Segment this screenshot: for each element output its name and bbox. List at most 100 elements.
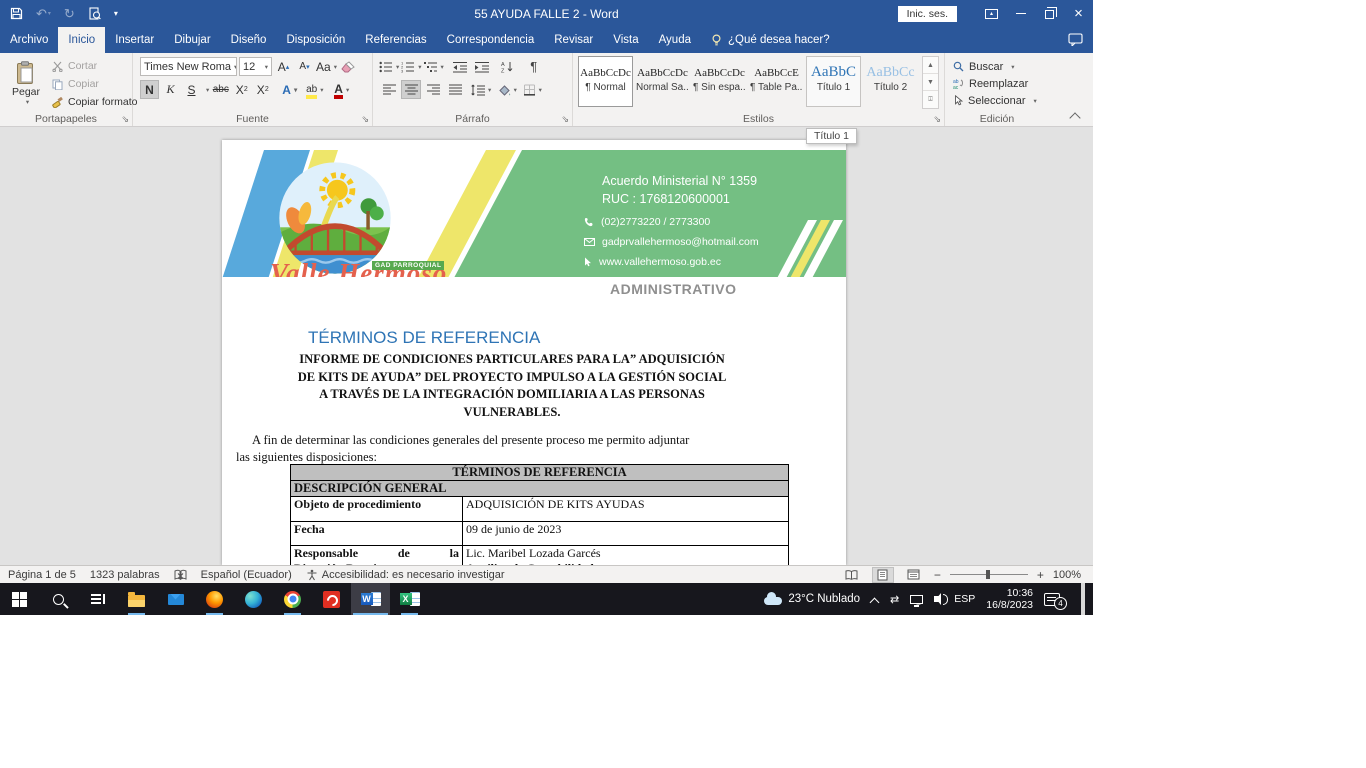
start-button[interactable] <box>0 583 39 615</box>
print-layout-icon[interactable] <box>872 567 894 583</box>
table-cell-value[interactable]: Lic. Maribel Lozada Garcés Auxiliar de C… <box>463 546 789 566</box>
zoom-level[interactable]: 100% <box>1053 569 1081 581</box>
select-button[interactable]: Seleccionar▾ <box>953 92 1049 109</box>
replace-button[interactable]: abac Reemplazar <box>953 75 1049 92</box>
qat-customize-icon[interactable]: ▾ <box>114 9 118 18</box>
tab-revisar[interactable]: Revisar <box>544 27 603 53</box>
align-center-button[interactable] <box>401 80 421 99</box>
underline-button[interactable]: S <box>182 80 201 99</box>
clipboard-dialog-launcher-icon[interactable]: ⇘ <box>121 115 129 124</box>
zoom-out-icon[interactable]: − <box>934 568 941 582</box>
tab-diseno[interactable]: Diseño <box>221 27 277 53</box>
align-left-button[interactable] <box>379 80 399 99</box>
style-sin-espaciado[interactable]: AaBbCcDc ¶ Sin espa... <box>692 56 747 107</box>
justify-button[interactable] <box>445 80 465 99</box>
taskbar-search-button[interactable] <box>39 583 78 615</box>
hidden-icons-chevron[interactable] <box>871 597 879 605</box>
tab-referencias[interactable]: Referencias <box>355 27 436 53</box>
tab-disposicion[interactable]: Disposición <box>276 27 355 53</box>
signin-button[interactable]: Inic. ses. <box>898 6 957 22</box>
align-right-button[interactable] <box>423 80 443 99</box>
minimize-icon[interactable] <box>1006 0 1035 27</box>
weather-widget[interactable]: 23°C Nublado <box>764 593 860 605</box>
read-mode-icon[interactable] <box>841 567 863 583</box>
numbering-button[interactable]: 123▾ <box>401 57 421 76</box>
style-normal[interactable]: AaBbCcDc ¶ Normal <box>578 56 633 107</box>
underline-caret-icon[interactable]: ▾ <box>206 86 209 94</box>
increase-indent-button[interactable] <box>472 57 492 76</box>
font-name-combobox[interactable]: Times New Roma▾ <box>140 57 237 76</box>
speaker-icon[interactable] <box>934 596 939 602</box>
undo-icon[interactable]: ↶▾ <box>36 6 51 22</box>
proofing-status[interactable] <box>174 569 187 581</box>
mail-button[interactable] <box>156 583 195 615</box>
task-view-button[interactable] <box>78 583 117 615</box>
edge-button[interactable] <box>234 583 273 615</box>
table-cell-value[interactable]: 09 de junio de 2023 <box>463 522 789 546</box>
decrease-indent-button[interactable] <box>450 57 470 76</box>
tab-correspondencia[interactable]: Correspondencia <box>437 27 545 53</box>
font-size-combobox[interactable]: 12▾ <box>239 57 272 76</box>
tab-inicio[interactable]: Inicio <box>58 27 105 53</box>
change-case-button[interactable]: Aa▾ <box>316 57 337 76</box>
language-status[interactable]: Español (Ecuador) <box>201 569 292 581</box>
clock[interactable]: 10:36 16/8/2023 <box>986 587 1033 611</box>
paste-button[interactable]: Pegar ▾ <box>4 56 48 110</box>
bullets-button[interactable]: ▾ <box>379 57 399 76</box>
clear-formatting-button[interactable] <box>339 57 358 76</box>
page-indicator[interactable]: Página 1 de 5 <box>8 569 76 581</box>
tab-archivo[interactable]: Archivo <box>0 27 58 53</box>
sync-tray-icon[interactable]: ⇄ <box>890 593 899 606</box>
superscript-button[interactable]: X2 <box>253 80 272 99</box>
sort-button[interactable]: AZ <box>498 57 518 76</box>
accessibility-status[interactable]: Accesibilidad: es necesario investigar <box>306 569 505 581</box>
zoom-slider-thumb[interactable] <box>986 570 990 579</box>
style-normal-sa[interactable]: AaBbCcDc Normal Sa... <box>635 56 690 107</box>
format-painter-button[interactable]: Copiar formato <box>52 93 137 111</box>
styles-dialog-launcher-icon[interactable]: ⇘ <box>933 115 941 124</box>
font-color-button[interactable]: A▾ <box>332 80 351 99</box>
subscript-button[interactable]: X2 <box>232 80 251 99</box>
tell-me-box[interactable]: ¿Qué desea hacer? <box>711 27 830 53</box>
borders-button[interactable]: ▾ <box>522 80 542 99</box>
table-cell-label[interactable]: Responsable de la Dirección Requirente <box>291 546 463 566</box>
web-layout-icon[interactable] <box>903 567 925 583</box>
tab-vista[interactable]: Vista <box>603 27 648 53</box>
table-section[interactable]: DESCRIPCIÓN GENERAL <box>291 481 789 497</box>
ribbon-display-options-icon[interactable]: ▴ <box>977 0 1006 27</box>
table-cell-value[interactable]: ADQUISICIÓN DE KITS AYUDAS <box>463 497 789 522</box>
multilevel-list-button[interactable]: ▾ <box>424 57 444 76</box>
bold-button[interactable]: N <box>140 80 159 99</box>
tab-insertar[interactable]: Insertar <box>105 27 164 53</box>
document-page[interactable]: Valle Hermoso GAD PARROQUIAL Acuerdo Min… <box>222 140 846 565</box>
redo-icon[interactable]: ↻ <box>64 6 75 22</box>
word-button[interactable]: W <box>351 583 390 615</box>
styles-scroll-down-icon[interactable]: ▼ <box>923 74 938 91</box>
table-cell-label[interactable]: Objeto de procedimiento <box>291 497 463 522</box>
print-preview-icon[interactable] <box>88 7 101 20</box>
show-marks-button[interactable]: ¶ <box>524 57 544 76</box>
tab-ayuda[interactable]: Ayuda <box>649 27 701 53</box>
shading-button[interactable]: ▾ <box>497 80 517 99</box>
show-desktop-button[interactable] <box>1081 583 1085 615</box>
network-icon[interactable] <box>910 595 923 604</box>
grow-font-button[interactable]: A▴ <box>274 57 293 76</box>
word-count[interactable]: 1323 palabras <box>90 569 160 581</box>
firefox-button[interactable] <box>195 583 234 615</box>
style-table-pa[interactable]: AaBbCcE ¶ Table Pa... <box>749 56 804 107</box>
file-explorer-button[interactable] <box>117 583 156 615</box>
collapse-ribbon-icon[interactable] <box>1071 111 1080 120</box>
zoom-in-icon[interactable]: + <box>1037 568 1044 582</box>
save-icon[interactable] <box>10 7 23 20</box>
chrome-button[interactable] <box>273 583 312 615</box>
notification-center-icon[interactable]: 4 <box>1044 593 1060 606</box>
find-button[interactable]: Buscar▾ <box>953 58 1049 75</box>
strikethrough-button[interactable]: abc <box>211 80 230 99</box>
cut-button[interactable]: Cortar <box>52 57 137 75</box>
tab-dibujar[interactable]: Dibujar <box>164 27 220 53</box>
line-spacing-button[interactable]: ▾ <box>471 80 491 99</box>
paragraph-dialog-launcher-icon[interactable]: ⇘ <box>561 115 569 124</box>
highlight-button[interactable]: ab▾ <box>305 80 324 99</box>
copy-button[interactable]: Copiar <box>52 75 137 93</box>
excel-button[interactable]: X <box>390 583 429 615</box>
